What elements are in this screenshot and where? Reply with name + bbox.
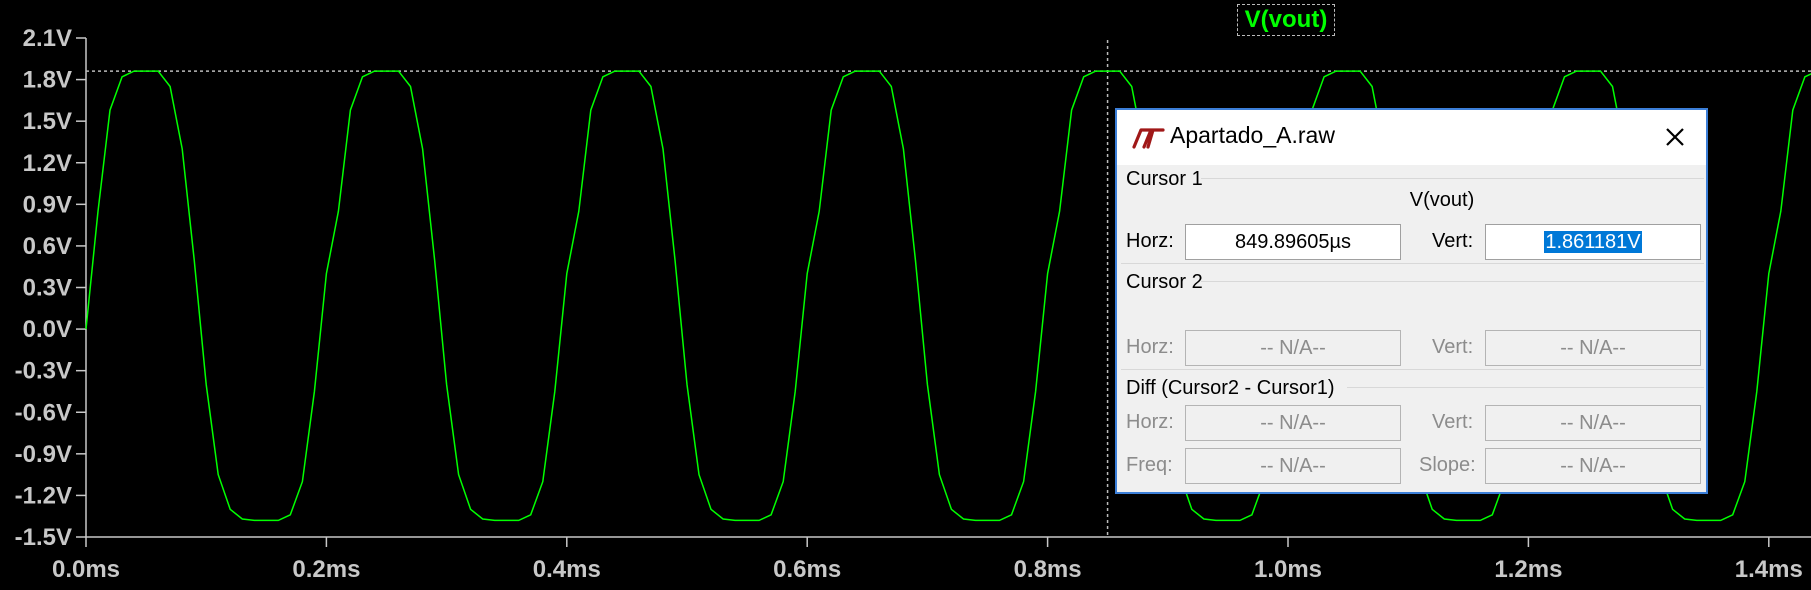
diff-slope-label: Slope:: [1419, 454, 1476, 476]
diff-separator: [1347, 387, 1704, 388]
y-tick-label: 1.2V: [23, 150, 72, 177]
diff-slope-field: -- N/A--: [1485, 448, 1701, 484]
x-tick-label: 1.0ms: [1254, 556, 1322, 583]
x-tick-label: 0.6ms: [773, 556, 841, 583]
y-tick-label: -1.2V: [15, 482, 72, 509]
y-tick-label: 0.0V: [23, 316, 72, 343]
cursor1-section-label: Cursor 1: [1126, 168, 1203, 190]
cursor2-separator: [1201, 281, 1704, 282]
cursor1-trace-name: V(vout): [1409, 189, 1475, 211]
diff-vert-label: Vert:: [1432, 411, 1474, 433]
y-tick-label: 1.8V: [23, 67, 72, 94]
cursor2-horz-field: -- N/A--: [1185, 330, 1401, 366]
diff-section-label: Diff (Cursor2 - Cursor1): [1126, 377, 1335, 399]
dialog-titlebar[interactable]: Apartado_A.raw: [1117, 110, 1706, 165]
y-tick-label: 0.6V: [23, 233, 72, 260]
close-icon[interactable]: [1658, 120, 1692, 154]
y-tick-label: -0.6V: [15, 399, 72, 426]
y-tick-label: -0.9V: [15, 441, 72, 468]
trace-title[interactable]: V(vout): [1237, 4, 1335, 36]
cursor-dialog[interactable]: Apartado_A.raw Cursor 1 V(vout) Horz: 84…: [1115, 108, 1708, 494]
cursor2-vert-label: Vert:: [1432, 336, 1474, 358]
cursor2-section-label: Cursor 2: [1126, 271, 1203, 293]
cursor2-top-separator: [1121, 263, 1704, 264]
y-tick-label: 1.5V: [23, 108, 72, 135]
x-tick-label: 1.2ms: [1494, 556, 1562, 583]
y-tick-label: -1.5V: [15, 524, 72, 551]
x-tick-label: 0.4ms: [533, 556, 601, 583]
cursor1-separator: [1201, 178, 1704, 179]
y-tick-label: 2.1V: [23, 25, 72, 52]
ltspice-logo-icon: [1132, 128, 1165, 149]
x-tick-label: 1.4ms: [1735, 556, 1803, 583]
cursor1-horz-field[interactable]: 849.89605µs: [1185, 224, 1401, 260]
cursor2-horz-label: Horz:: [1126, 336, 1174, 358]
cursor1-vert-field[interactable]: 1.861181V: [1485, 224, 1701, 260]
diff-freq-field: -- N/A--: [1185, 448, 1401, 484]
diff-horz-field: -- N/A--: [1185, 405, 1401, 441]
cursor1-vert-label: Vert:: [1432, 230, 1474, 252]
y-tick-label: -0.3V: [15, 358, 72, 385]
cursor1-vert-value: 1.861181V: [1544, 231, 1642, 253]
cursor2-vert-field: -- N/A--: [1485, 330, 1701, 366]
y-tick-label: 0.3V: [23, 275, 72, 302]
x-tick-label: 0.2ms: [292, 556, 360, 583]
diff-top-separator: [1121, 369, 1704, 370]
dialog-title: Apartado_A.raw: [1170, 122, 1335, 148]
x-tick-label: 0.0ms: [52, 556, 120, 583]
diff-vert-field: -- N/A--: [1485, 405, 1701, 441]
diff-horz-label: Horz:: [1126, 411, 1174, 433]
x-tick-label: 0.8ms: [1014, 556, 1082, 583]
diff-freq-label: Freq:: [1126, 454, 1173, 476]
cursor1-horz-label: Horz:: [1126, 230, 1174, 252]
y-tick-label: 0.9V: [23, 191, 72, 218]
